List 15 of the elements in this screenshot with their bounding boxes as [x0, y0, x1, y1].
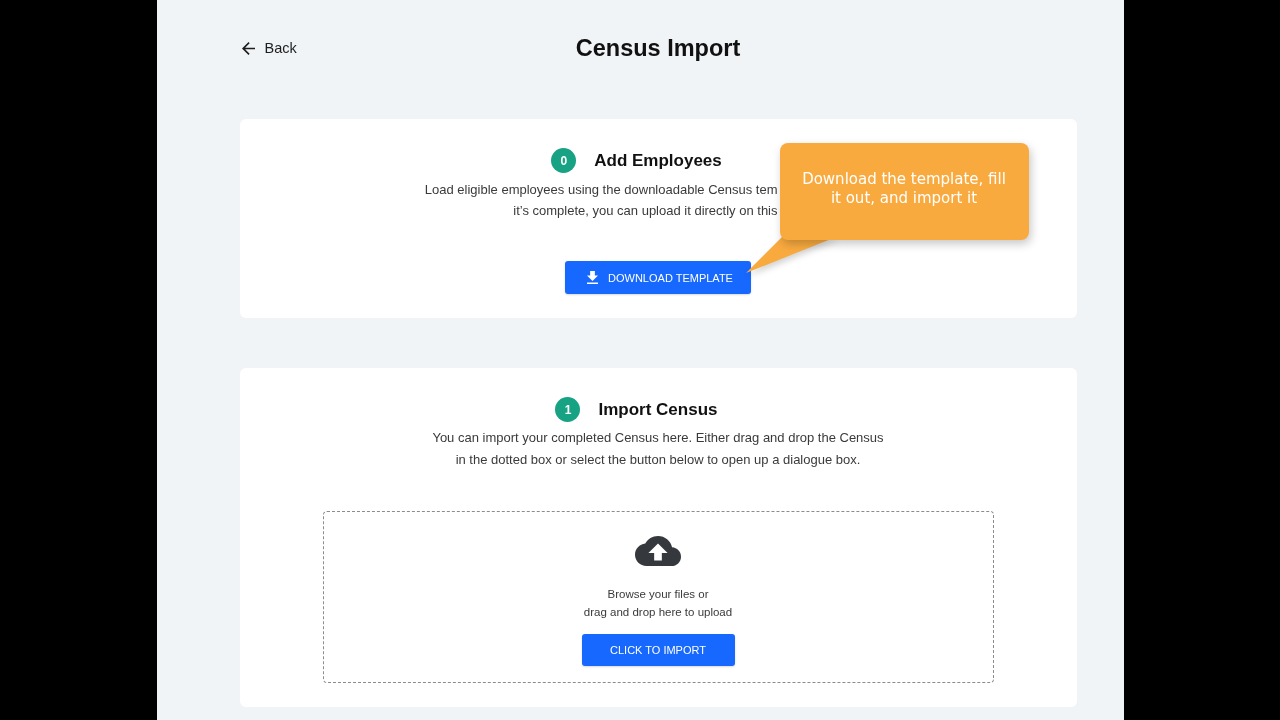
page-title: Census Import: [575, 34, 741, 63]
step-number-badge: 1: [555, 397, 581, 422]
upload-hint: Browse your files or drag and drop here to upload: [583, 587, 733, 620]
import-button[interactable]: CLICK TO IMPORT: [581, 634, 735, 666]
step-title: Add Employees: [594, 150, 722, 172]
download-icon: [587, 271, 599, 284]
step-number-badge: 0: [551, 148, 577, 173]
arrow-left-icon: [241, 41, 255, 55]
file-drop-zone[interactable]: Browse your files or drag and drop here to upload CLICK TO IMPORT: [322, 511, 994, 683]
cloud-upload-icon: [635, 536, 681, 566]
step-description: You can import your completed Census here. Either drag and drop the Census in the dotted box or select the button below to open up a dialogue box.: [432, 429, 884, 469]
back-button[interactable]: Back: [239, 40, 297, 56]
step-description: Load eligible employees using the downloadable Census tem it’s complete, you can upload it directly on this: [424, 181, 778, 220]
step-title: Import Census: [598, 399, 718, 421]
download-template-button[interactable]: DOWNLOAD TEMPLATE: [565, 261, 751, 294]
